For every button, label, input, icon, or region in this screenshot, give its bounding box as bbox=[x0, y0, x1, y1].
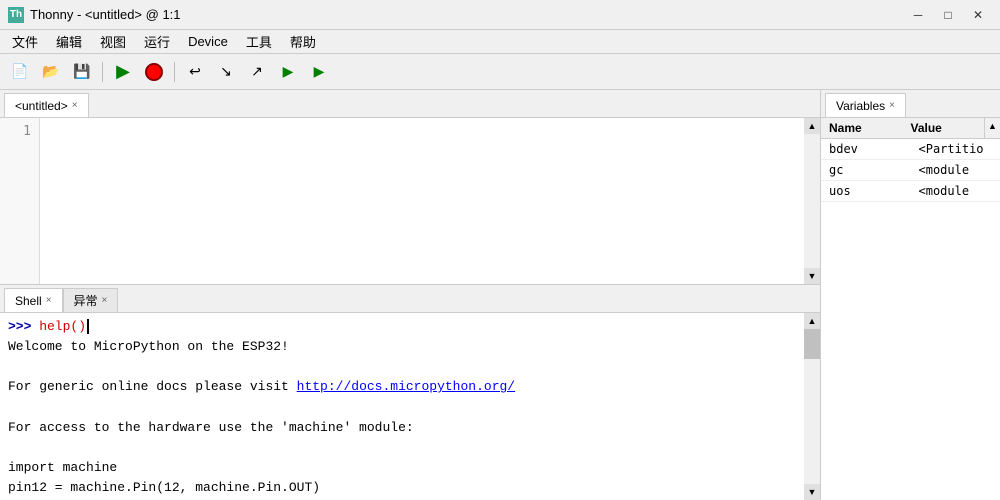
shell-line-blank-1 bbox=[8, 357, 796, 377]
var-value-gc: <module bbox=[911, 160, 1000, 180]
editor-tab-untitled[interactable]: <untitled> × bbox=[4, 93, 89, 117]
step-into-button[interactable]: ↘ bbox=[212, 58, 240, 86]
shell-tab-exception[interactable]: 异常 × bbox=[63, 288, 119, 312]
shell-scroll-track[interactable] bbox=[804, 329, 820, 484]
variables-tab-label: Variables bbox=[836, 99, 885, 113]
shell-scroll-thumb[interactable] bbox=[804, 329, 820, 359]
exception-tab-close[interactable]: × bbox=[102, 295, 108, 306]
minimize-button[interactable]: ─ bbox=[904, 4, 932, 26]
variables-rows: bdev <Partitio gc <module uos <module bbox=[821, 139, 1000, 500]
editor-scroll-up[interactable]: ▲ bbox=[804, 118, 820, 134]
shell-tab-shell[interactable]: Shell × bbox=[4, 288, 63, 312]
editor-tab-close[interactable]: × bbox=[72, 100, 78, 111]
var-name-uos: uos bbox=[821, 181, 911, 201]
editor-content: 1 ▲ ▼ bbox=[0, 118, 820, 284]
menu-bar: 文件编辑视图运行Device工具帮助 bbox=[0, 30, 1000, 54]
variables-tab-bar: Variables × bbox=[821, 90, 1000, 118]
window-controls: ─ □ ✕ bbox=[904, 4, 992, 26]
open-file-button[interactable]: 📂 bbox=[37, 58, 65, 86]
save-file-button[interactable]: 💾 bbox=[68, 58, 96, 86]
micropython-link[interactable]: http://docs.micropython.org/ bbox=[297, 379, 515, 394]
menu-item-帮助[interactable]: 帮助 bbox=[282, 30, 324, 53]
title-bar: Th Thonny - <untitled> @ 1:1 ─ □ ✕ bbox=[0, 0, 1000, 30]
shell-output[interactable]: >>> help() Welcome to MicroPython on the… bbox=[0, 313, 804, 500]
shell-line-blank-3 bbox=[8, 438, 796, 458]
shell-content: >>> help() Welcome to MicroPython on the… bbox=[0, 313, 820, 500]
shell-line-3: For access to the hardware use the 'mach… bbox=[8, 418, 796, 438]
variables-table: Name Value ▲ bdev <Partitio gc <module u… bbox=[821, 118, 1000, 500]
value-column-header: Value bbox=[903, 118, 985, 138]
resume-button[interactable]: ▶ bbox=[274, 58, 302, 86]
resume2-button[interactable]: ▶ bbox=[305, 58, 333, 86]
menu-item-Device[interactable]: Device bbox=[180, 32, 236, 51]
shell-tab-bar: Shell × 异常 × bbox=[0, 285, 820, 313]
shell-line-blank-2 bbox=[8, 398, 796, 418]
close-button[interactable]: ✕ bbox=[964, 4, 992, 26]
shell-scrollbar[interactable]: ▲ ▼ bbox=[804, 313, 820, 500]
editor-scrollbar[interactable] bbox=[804, 134, 820, 268]
run-button[interactable]: ▶ bbox=[109, 58, 137, 86]
header-scroll-up[interactable]: ▲ bbox=[984, 118, 1000, 138]
shell-scroll-down-btn[interactable]: ▼ bbox=[804, 484, 820, 500]
shell-tab-label: Shell bbox=[15, 294, 42, 308]
variables-tab[interactable]: Variables × bbox=[825, 93, 906, 117]
title-bar-left: Th Thonny - <untitled> @ 1:1 bbox=[8, 7, 181, 23]
main-area: <untitled> × 1 ▲ ▼ Shell × bbox=[0, 90, 1000, 500]
toolbar: 📄 📂 💾 ▶ ↩ ↘ ↗ ▶ ▶ bbox=[0, 54, 1000, 90]
editor-scroll-area[interactable]: ▲ ▼ bbox=[40, 118, 820, 284]
variables-header: Name Value ▲ bbox=[821, 118, 1000, 139]
shell-scroll-up-btn[interactable]: ▲ bbox=[804, 313, 820, 329]
shell-prompt-line: >>> help() bbox=[8, 317, 796, 337]
shell-tab-close[interactable]: × bbox=[46, 295, 52, 306]
name-column-header: Name bbox=[821, 118, 903, 138]
var-value-bdev: <Partitio bbox=[911, 139, 1000, 159]
left-panel: <untitled> × 1 ▲ ▼ Shell × bbox=[0, 90, 820, 500]
editor-tab-bar: <untitled> × bbox=[0, 90, 820, 118]
editor-scroll-down[interactable]: ▼ bbox=[804, 268, 820, 284]
var-value-uos: <module bbox=[911, 181, 1000, 201]
var-name-bdev: bdev bbox=[821, 139, 911, 159]
var-row-bdev: bdev <Partitio bbox=[821, 139, 1000, 160]
shell-line-2: For generic online docs please visit htt… bbox=[8, 377, 796, 397]
shell-line-4: import machine bbox=[8, 458, 796, 478]
var-row-gc: gc <module bbox=[821, 160, 1000, 181]
shell-prompt: >>> bbox=[8, 319, 31, 334]
window-title: Thonny - <untitled> @ 1:1 bbox=[30, 7, 181, 22]
toolbar-separator-1 bbox=[102, 62, 103, 82]
editor-area: <untitled> × 1 ▲ ▼ bbox=[0, 90, 820, 285]
variables-tab-close[interactable]: × bbox=[889, 100, 895, 111]
menu-item-工具[interactable]: 工具 bbox=[238, 30, 280, 53]
step-over-button[interactable]: ↩ bbox=[181, 58, 209, 86]
menu-item-视图[interactable]: 视图 bbox=[92, 30, 134, 53]
line-numbers: 1 bbox=[0, 118, 40, 284]
app-icon: Th bbox=[8, 7, 24, 23]
shell-line-1: Welcome to MicroPython on the ESP32! bbox=[8, 337, 796, 357]
exception-tab-label: 异常 bbox=[74, 292, 98, 309]
new-file-button[interactable]: 📄 bbox=[6, 58, 34, 86]
menu-item-运行[interactable]: 运行 bbox=[136, 30, 178, 53]
shell-command: help() bbox=[31, 319, 86, 334]
var-row-uos: uos <module bbox=[821, 181, 1000, 202]
menu-item-编辑[interactable]: 编辑 bbox=[48, 30, 90, 53]
stop-button[interactable] bbox=[140, 58, 168, 86]
step-out-button[interactable]: ↗ bbox=[243, 58, 271, 86]
var-name-gc: gc bbox=[821, 160, 911, 180]
variables-panel: Variables × Name Value ▲ bdev <Partitio … bbox=[820, 90, 1000, 500]
maximize-button[interactable]: □ bbox=[934, 4, 962, 26]
shell-area: Shell × 异常 × >>> help() Welcome to Micro… bbox=[0, 285, 820, 500]
shell-line-5: pin12 = machine.Pin(12, machine.Pin.OUT) bbox=[8, 478, 796, 498]
toolbar-separator-2 bbox=[174, 62, 175, 82]
menu-item-文件[interactable]: 文件 bbox=[4, 30, 46, 53]
editor-tab-label: <untitled> bbox=[15, 99, 68, 113]
line-number-1: 1 bbox=[23, 122, 39, 142]
cursor bbox=[87, 319, 97, 334]
